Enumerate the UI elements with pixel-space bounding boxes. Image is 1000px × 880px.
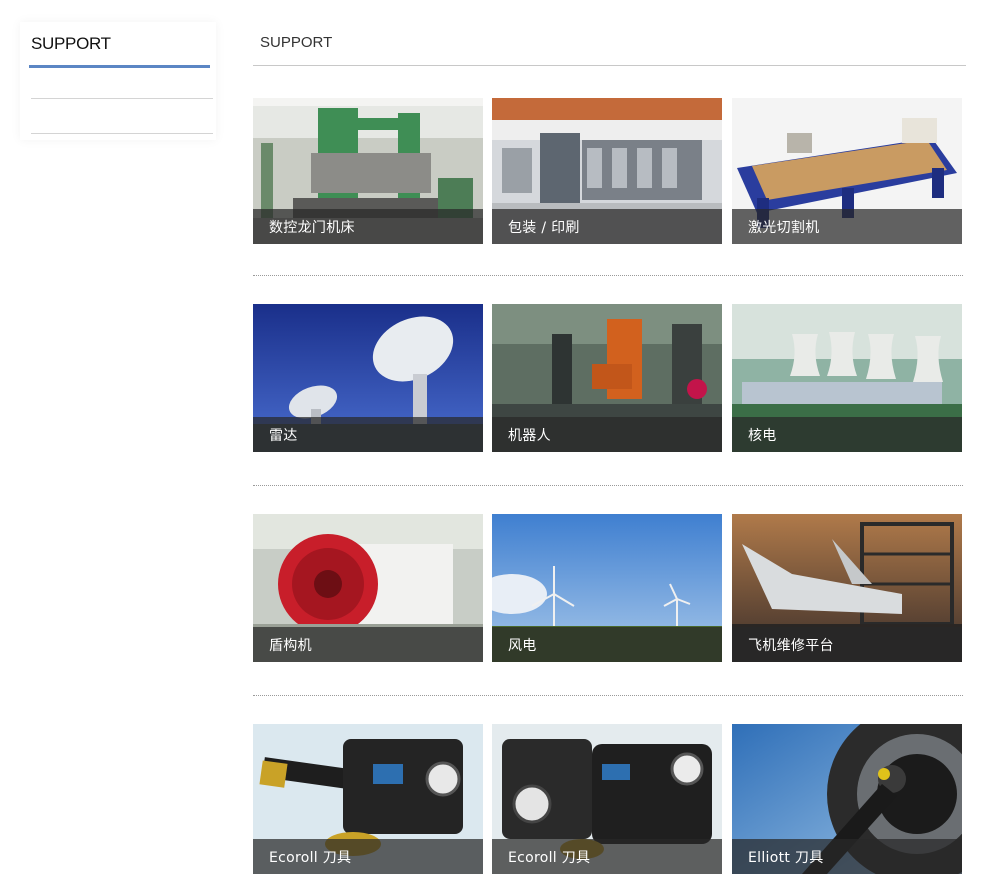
caption-bar: 飞机维修平台 xyxy=(732,627,962,662)
caption-bar: Ecoroll 刀具 xyxy=(253,839,483,874)
category-label: Ecoroll 刀具 xyxy=(508,850,591,866)
sidebar: SUPPORT xyxy=(20,22,216,140)
caption-bar: 数控龙门机床 xyxy=(253,209,483,244)
sidebar-title[interactable]: SUPPORT xyxy=(31,34,111,54)
title-divider xyxy=(253,65,966,66)
sidebar-active-underline xyxy=(29,65,210,68)
caption-bar: 机器人 xyxy=(492,417,722,452)
category-label: Ecoroll 刀具 xyxy=(269,850,352,866)
category-card-laser-cutter[interactable]: 激光切割机 xyxy=(732,98,962,244)
category-card-elliott-tool[interactable]: Elliott 刀具 xyxy=(732,724,962,874)
category-card-wind-power[interactable]: 风电 xyxy=(492,514,722,662)
page-title: SUPPORT xyxy=(260,34,333,51)
category-label: 机器人 xyxy=(508,428,551,444)
caption-bar: 盾构机 xyxy=(253,627,483,662)
category-card-radar[interactable]: 雷达 xyxy=(253,304,483,452)
row-divider xyxy=(253,275,963,276)
category-label: 盾构机 xyxy=(269,638,312,654)
caption-bar: 包装 / 印刷 xyxy=(492,209,722,244)
category-label: 激光切割机 xyxy=(748,220,820,236)
category-label: 数控龙门机床 xyxy=(269,220,355,236)
category-card-ecoroll-tool-2[interactable]: Ecoroll 刀具 xyxy=(492,724,722,874)
caption-bar: Ecoroll 刀具 xyxy=(492,839,722,874)
caption-bar: 核电 xyxy=(732,417,962,452)
category-label: Elliott 刀具 xyxy=(748,850,824,866)
category-card-robot[interactable]: 机器人 xyxy=(492,304,722,452)
category-label: 飞机维修平台 xyxy=(748,638,834,654)
row-divider xyxy=(253,485,963,486)
category-label: 风电 xyxy=(508,638,537,654)
sidebar-divider xyxy=(31,98,213,99)
caption-bar: 激光切割机 xyxy=(732,209,962,244)
category-card-ecoroll-tool-1[interactable]: Ecoroll 刀具 xyxy=(253,724,483,874)
category-card-aircraft-platform[interactable]: 飞机维修平台 xyxy=(732,514,962,662)
category-card-nuclear-power[interactable]: 核电 xyxy=(732,304,962,452)
caption-bar: 风电 xyxy=(492,627,722,662)
row-divider xyxy=(253,695,963,696)
category-card-packaging-printing[interactable]: 包装 / 印刷 xyxy=(492,98,722,244)
category-label: 核电 xyxy=(748,428,777,444)
sidebar-divider xyxy=(31,133,213,134)
category-card-cnc-gantry[interactable]: 数控龙门机床 xyxy=(253,98,483,244)
category-label: 包装 / 印刷 xyxy=(508,220,580,236)
caption-bar: Elliott 刀具 xyxy=(732,839,962,874)
category-card-tbm[interactable]: 盾构机 xyxy=(253,514,483,662)
category-label: 雷达 xyxy=(269,428,298,444)
caption-bar: 雷达 xyxy=(253,417,483,452)
